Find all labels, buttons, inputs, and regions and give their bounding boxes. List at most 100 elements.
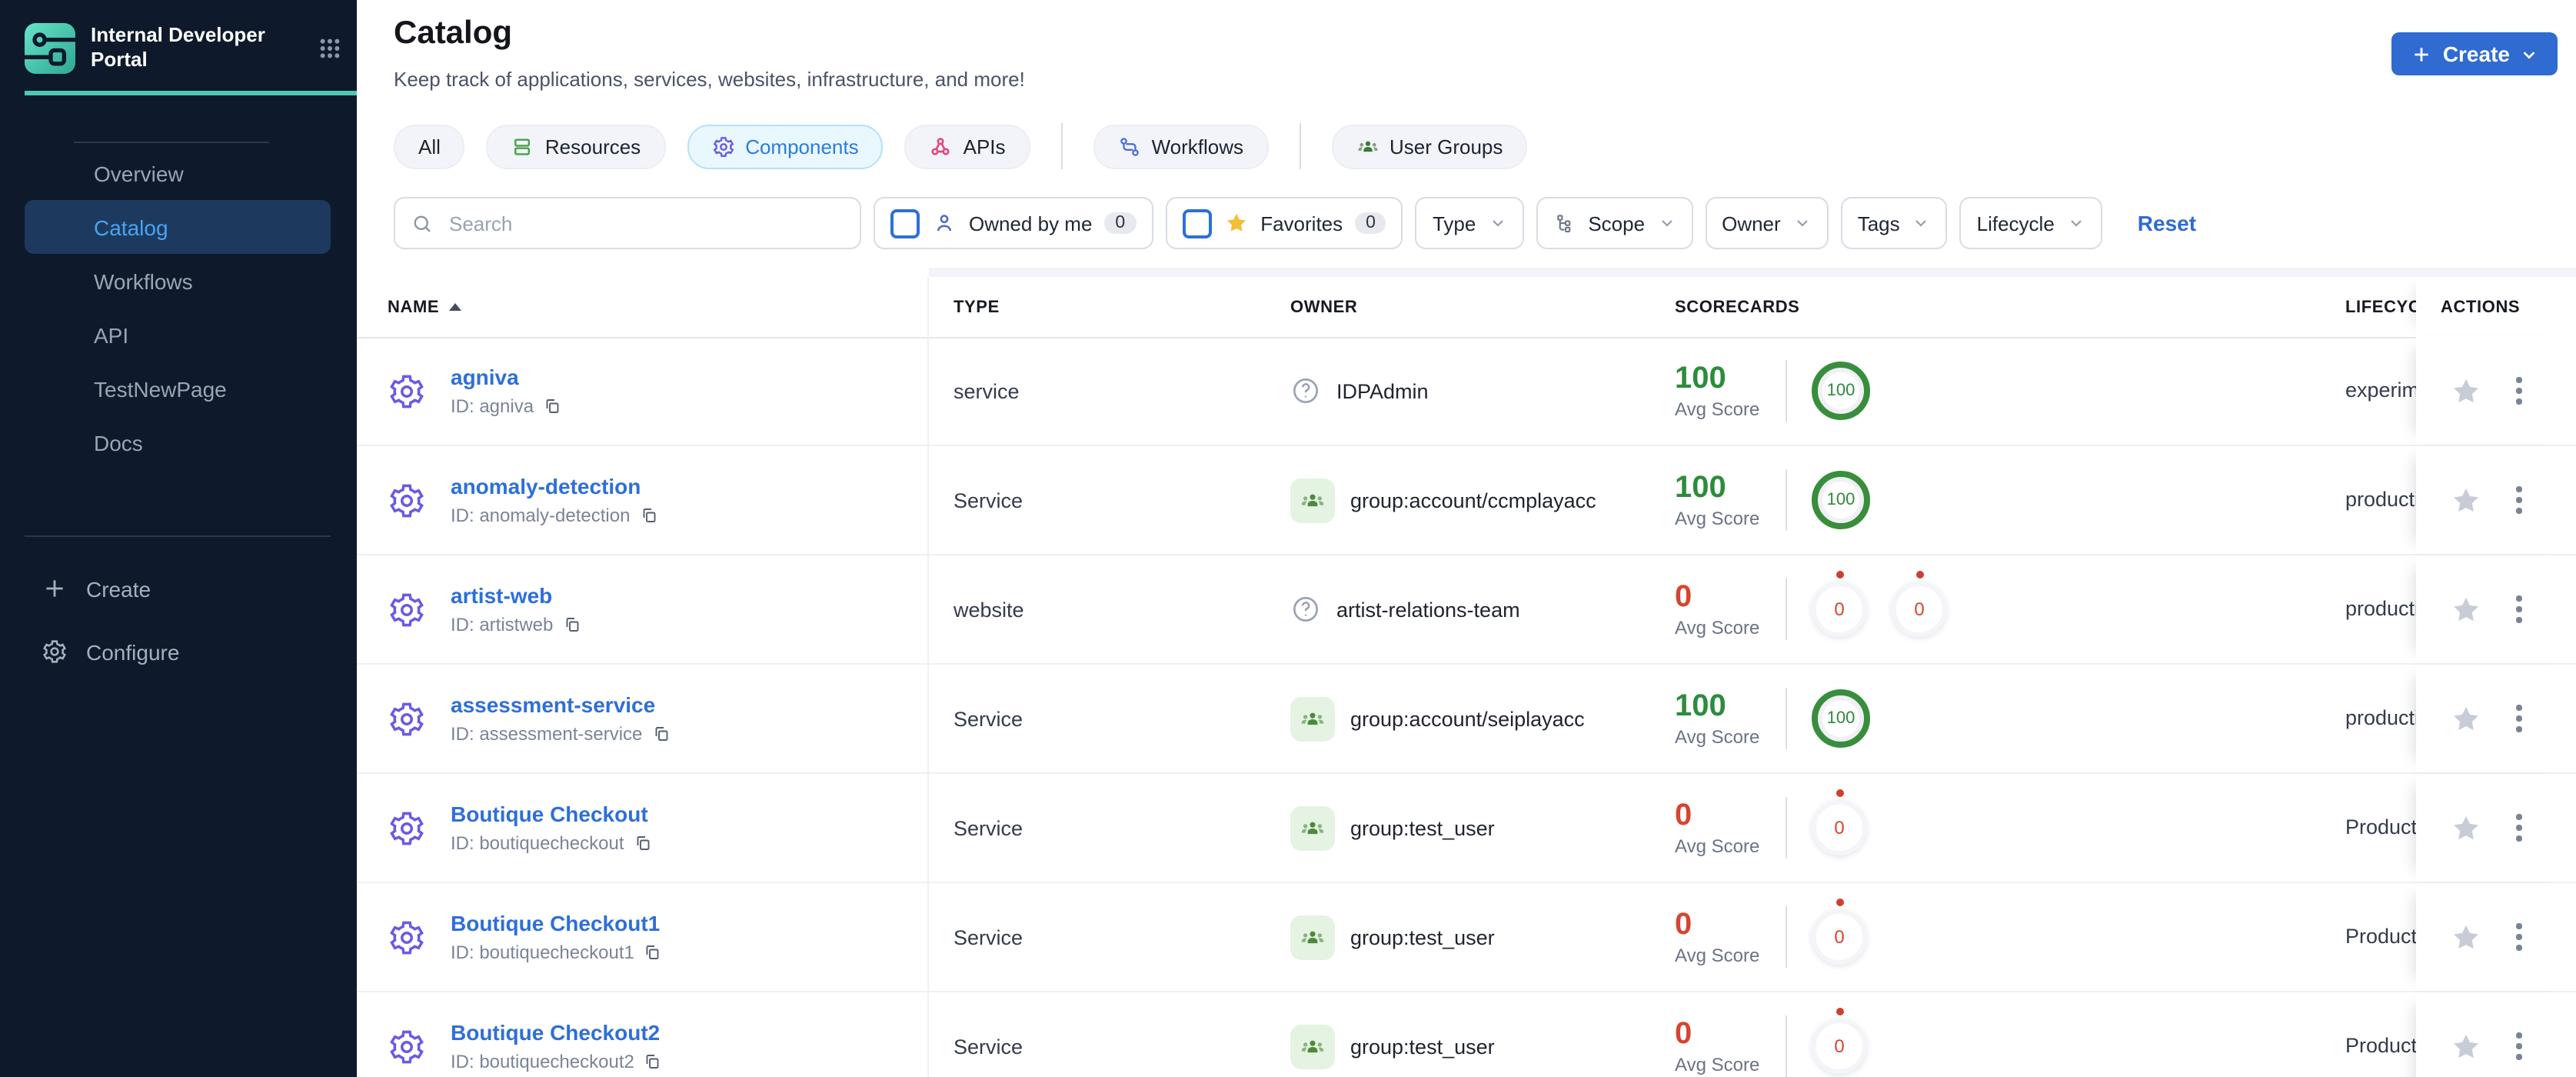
owned-by-me-label: Owned by me xyxy=(969,212,1093,235)
tab-apis-label: APIs xyxy=(963,135,1006,158)
entity-name-link[interactable]: Boutique Checkout1 xyxy=(451,911,662,935)
favorite-star-icon[interactable] xyxy=(2450,702,2482,735)
lifecycle-filter-dropdown[interactable]: Lifecycle xyxy=(1959,197,2102,249)
table-row: assessment-service ID: assessment-servic… xyxy=(357,665,2576,774)
scope-filter-dropdown[interactable]: Scope xyxy=(1536,197,1693,249)
chevron-down-icon xyxy=(2067,214,2085,232)
favorite-star-icon[interactable] xyxy=(2450,484,2482,516)
sidebar-item-catalog[interactable]: Catalog xyxy=(25,200,331,254)
components-gear-icon xyxy=(711,135,734,158)
kebab-menu-icon[interactable] xyxy=(2510,590,2528,629)
copy-icon[interactable] xyxy=(651,725,670,743)
entity-name-link[interactable]: artist-web xyxy=(451,583,581,608)
search-input[interactable] xyxy=(446,210,844,236)
copy-icon[interactable] xyxy=(543,397,561,415)
component-gear-icon xyxy=(388,372,426,410)
kebab-menu-icon[interactable] xyxy=(2510,372,2528,411)
sidebar-item-overview[interactable]: Overview xyxy=(25,146,331,200)
tab-all[interactable]: All xyxy=(394,124,465,168)
column-header-type[interactable]: TYPE xyxy=(929,277,1266,337)
entity-type: Service xyxy=(954,816,1023,839)
score-divider xyxy=(1786,360,1787,422)
favorite-star-icon[interactable] xyxy=(2450,1030,2482,1062)
sidebar-create-button[interactable]: Create xyxy=(25,557,331,620)
search-box[interactable] xyxy=(394,197,861,249)
create-button[interactable]: Create xyxy=(2391,32,2558,75)
apps-grid-icon[interactable] xyxy=(318,37,341,60)
avg-score-label: Avg Score xyxy=(1675,1054,1760,1075)
main-content: Catalog Keep track of applications, serv… xyxy=(357,0,2576,1077)
copy-icon[interactable] xyxy=(634,834,652,852)
owned-by-me-filter[interactable]: Owned by me 0 xyxy=(874,197,1153,249)
favorites-filter[interactable]: Favorites 0 xyxy=(1165,197,1403,249)
column-header-scorecards[interactable]: SCORECARDS xyxy=(1650,277,2321,337)
sidebar-item-docs[interactable]: Docs xyxy=(25,415,331,469)
table-row: Boutique Checkout1 ID: boutiquecheckout1… xyxy=(357,883,2576,992)
tags-filter-label: Tags xyxy=(1857,212,1900,235)
favorites-checkbox[interactable] xyxy=(1182,208,1212,238)
lifecycle-value: production xyxy=(2345,488,2416,511)
sidebar-footer: Create Configure xyxy=(25,557,331,683)
group-icon xyxy=(1290,805,1335,850)
owned-by-me-checkbox[interactable] xyxy=(890,208,920,238)
kebab-menu-icon[interactable] xyxy=(2510,481,2528,520)
score-circles: 100 xyxy=(1812,362,1870,420)
favorite-star-icon[interactable] xyxy=(2450,375,2482,407)
score-circles: 0 xyxy=(1812,789,1867,855)
sidebar-item-api[interactable]: API xyxy=(25,308,331,362)
group-icon xyxy=(1290,915,1335,959)
favorite-star-icon[interactable] xyxy=(2450,593,2482,625)
avg-score-value: 100 xyxy=(1675,362,1726,395)
favorites-count: 0 xyxy=(1355,212,1386,234)
owner-filter-dropdown[interactable]: Owner xyxy=(1705,197,1829,249)
column-header-name[interactable]: NAME xyxy=(357,277,929,337)
tab-group-divider xyxy=(1060,123,1063,169)
kebab-menu-icon[interactable] xyxy=(2510,809,2528,848)
component-gear-icon xyxy=(388,809,426,847)
copy-icon[interactable] xyxy=(562,615,581,634)
tab-workflows[interactable]: Workflows xyxy=(1093,124,1268,168)
tab-components[interactable]: Components xyxy=(687,124,884,168)
kebab-menu-icon[interactable] xyxy=(2510,918,2528,957)
avg-score-label: Avg Score xyxy=(1675,726,1760,748)
entity-name-link[interactable]: Boutique Checkout xyxy=(451,802,652,826)
sidebar-configure-button[interactable]: Configure xyxy=(25,620,331,683)
entity-name-link[interactable]: assessment-service xyxy=(451,692,670,717)
sidebar-divider-bottom xyxy=(25,535,331,537)
score-divider xyxy=(1786,906,1787,968)
chevron-down-icon xyxy=(1488,214,1506,232)
column-header-owner[interactable]: OWNER xyxy=(1266,277,1650,337)
copy-icon[interactable] xyxy=(644,1052,662,1071)
score-circle: 0 xyxy=(1812,899,1867,965)
table-row: anomaly-detection ID: anomaly-detection … xyxy=(357,446,2576,555)
component-gear-icon xyxy=(388,481,426,519)
sidebar-item-workflows[interactable]: Workflows xyxy=(25,254,331,308)
kebab-menu-icon[interactable] xyxy=(2510,1027,2528,1066)
entity-name-link[interactable]: agniva xyxy=(451,365,561,389)
tab-resources[interactable]: Resources xyxy=(486,124,666,168)
favorite-star-icon[interactable] xyxy=(2450,812,2482,844)
sort-asc-icon xyxy=(448,303,461,311)
plus-icon xyxy=(2412,44,2432,64)
entity-name-link[interactable]: anomaly-detection xyxy=(451,474,657,498)
reset-filters-link[interactable]: Reset xyxy=(2138,211,2196,235)
horizontal-scrollbar-track[interactable] xyxy=(929,268,2576,277)
type-filter-dropdown[interactable]: Type xyxy=(1415,197,1524,249)
tags-filter-dropdown[interactable]: Tags xyxy=(1840,197,1948,249)
column-header-lifecycle[interactable]: LIFECYCLE xyxy=(2321,277,2416,337)
scope-filter-label: Scope xyxy=(1588,212,1646,235)
search-icon xyxy=(411,212,434,235)
tab-user-groups[interactable]: User Groups xyxy=(1331,124,1528,168)
score-circles: 100 xyxy=(1812,471,1870,529)
copy-icon[interactable] xyxy=(639,506,657,525)
favorite-star-icon[interactable] xyxy=(2450,921,2482,953)
tab-apis[interactable]: APIs xyxy=(904,124,1030,168)
entity-name-link[interactable]: Boutique Checkout2 xyxy=(451,1020,662,1045)
column-header-actions: ACTIONS xyxy=(2416,277,2576,337)
question-circle-icon xyxy=(1290,375,1321,406)
kebab-menu-icon[interactable] xyxy=(2510,699,2528,739)
copy-icon[interactable] xyxy=(644,943,662,962)
owned-by-me-count: 0 xyxy=(1104,212,1137,234)
table-row: agniva ID: agniva service IDPAdmin 100 A… xyxy=(357,337,2576,446)
sidebar-item-testnewpage[interactable]: TestNewPage xyxy=(25,362,331,415)
